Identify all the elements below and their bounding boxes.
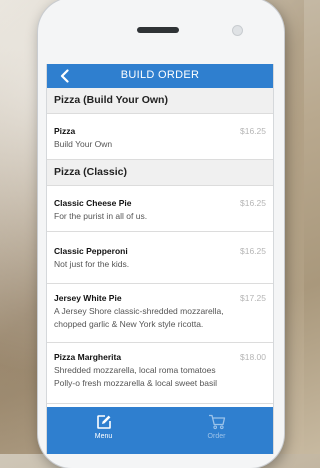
item-description-line-2: chopped garlic & New York style ricotta. bbox=[54, 319, 204, 329]
item-price: $17.25 bbox=[240, 293, 266, 303]
item-name: Classic Pepperoni bbox=[54, 246, 128, 256]
phone-frame: BUILD ORDER Pizza (Build Your Own) Pizza… bbox=[38, 0, 284, 468]
tab-label: Menu bbox=[94, 433, 113, 440]
item-name: Pizza bbox=[54, 126, 76, 136]
item-price: $16.25 bbox=[240, 246, 266, 256]
edit-icon bbox=[96, 413, 112, 430]
list-item-jersey-white-pie[interactable]: Jersey White Pie $17.25 A Jersey Shore c… bbox=[47, 284, 273, 343]
item-description-line-2: Polly-o fresh mozzarella & local sweet b… bbox=[54, 378, 217, 388]
phone-speaker bbox=[137, 27, 179, 33]
item-price: $16.25 bbox=[240, 198, 266, 208]
page-title: BUILD ORDER bbox=[120, 69, 200, 81]
list-item-classic-pepperoni[interactable]: Classic Pepperoni $16.25 Not just for th… bbox=[47, 232, 273, 284]
tab-label: Order bbox=[207, 433, 226, 440]
cart-icon bbox=[208, 413, 226, 430]
list-item-pizza[interactable]: Pizza $16.25 Build Your Own bbox=[47, 114, 273, 160]
tab-bar: Menu Order bbox=[47, 407, 273, 454]
item-price: $18.00 bbox=[240, 352, 266, 362]
menu-list: Pizza (Build Your Own) Pizza $16.25 Buil… bbox=[47, 88, 273, 404]
item-name: Classic Cheese Pie bbox=[54, 198, 132, 208]
item-description-line-1: A Jersey Shore classic-shredded mozzarel… bbox=[54, 306, 224, 316]
list-item-classic-cheese-pie[interactable]: Classic Cheese Pie $16.25 For the purist… bbox=[47, 186, 273, 232]
tab-order[interactable]: Order bbox=[160, 407, 273, 454]
section-header-build-your-own: Pizza (Build Your Own) bbox=[47, 88, 273, 114]
app-screen: BUILD ORDER Pizza (Build Your Own) Pizza… bbox=[46, 64, 274, 454]
item-description: Not just for the kids. bbox=[54, 259, 130, 269]
item-name: Jersey White Pie bbox=[54, 293, 122, 303]
section-header-classic: Pizza (Classic) bbox=[47, 160, 273, 186]
phone-camera bbox=[232, 25, 243, 36]
item-description: For the purist in all of us. bbox=[54, 211, 148, 221]
tab-menu[interactable]: Menu bbox=[47, 407, 160, 454]
list-item-pizza-margherita[interactable]: Pizza Margherita $18.00 Shredded mozzare… bbox=[47, 343, 273, 404]
item-description-line-1: Shredded mozzarella, local roma tomatoes bbox=[54, 365, 216, 375]
item-price: $16.25 bbox=[240, 126, 266, 136]
item-name: Pizza Margherita bbox=[54, 352, 122, 362]
navigation-bar: BUILD ORDER bbox=[47, 64, 273, 88]
item-description: Build Your Own bbox=[54, 139, 113, 149]
